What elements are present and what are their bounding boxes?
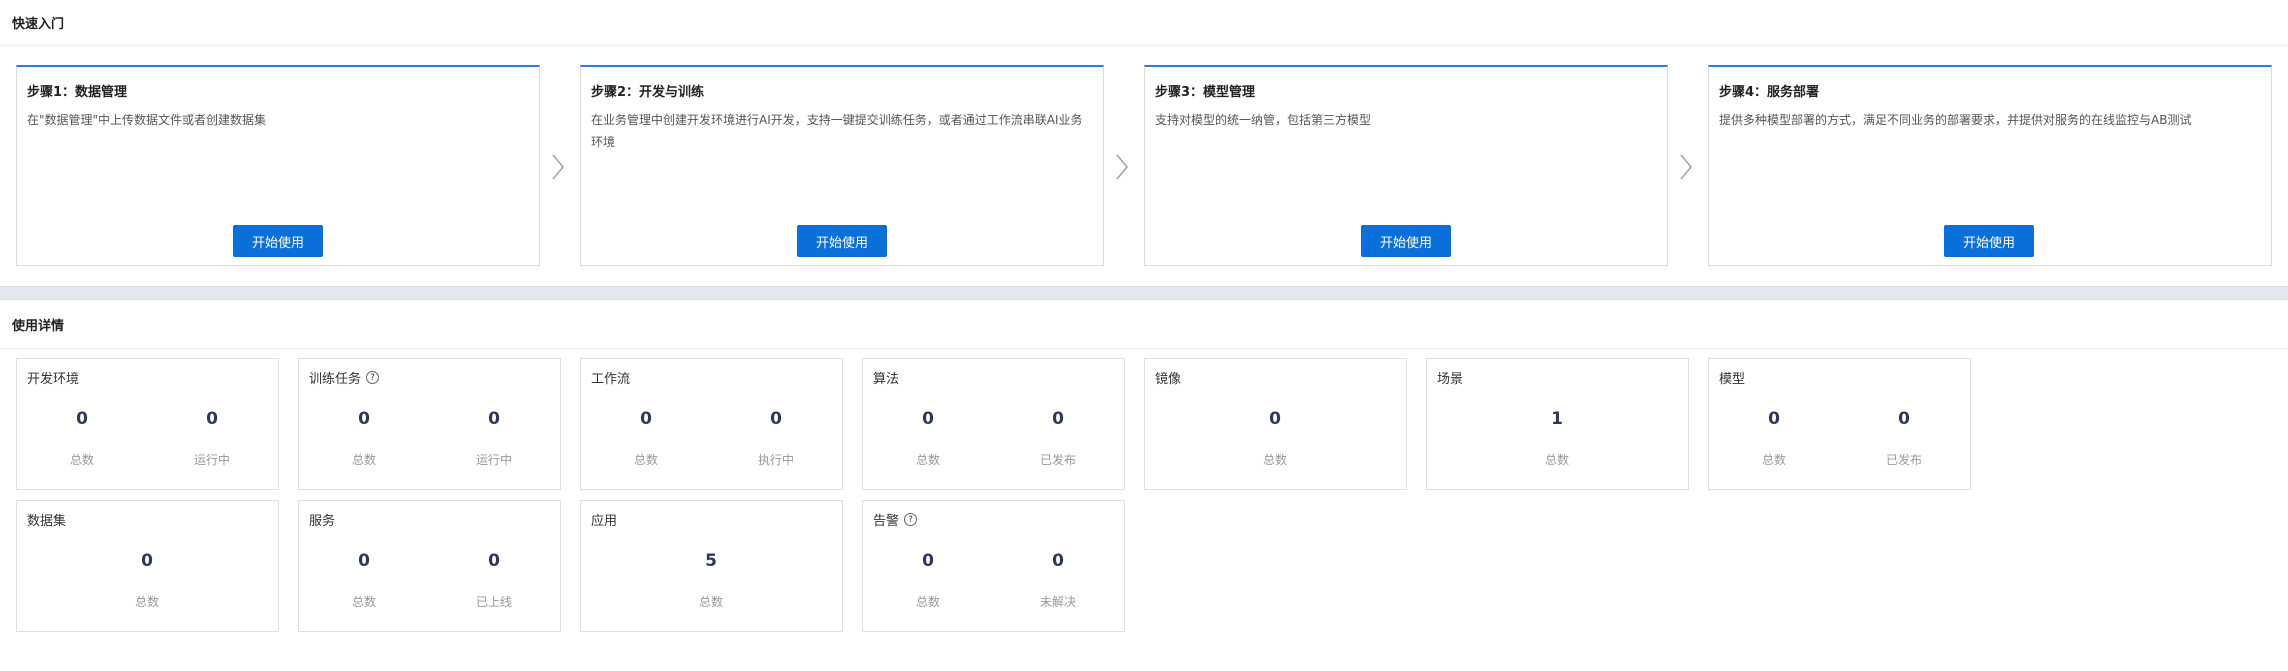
usage-card-title-text: 工作流 — [591, 372, 631, 387]
chevron-right-icon — [1116, 154, 1128, 180]
start-button-data-management[interactable]: 开始使用 — [233, 225, 323, 257]
stat-label: 总数 — [351, 453, 376, 467]
stat-value: 0 — [770, 409, 782, 429]
stat-label: 总数 — [915, 595, 940, 609]
stat-value: 0 — [1269, 409, 1281, 429]
usage-card-title: 工作流 — [591, 368, 630, 387]
usage-card-title-text: 场景 — [1437, 372, 1464, 387]
stat-label: 已发布 — [1885, 453, 1922, 467]
step-card-dev-training: 步骤2：开发与训练 在业务管理中创建开发环境进行AI开发，支持一键提交训练任务，… — [580, 65, 1104, 266]
quick-start-section: 快速入门 步骤1：数据管理 在"数据管理"中上传数据文件或者创建数据集 开始使用… — [0, 0, 2288, 286]
stat-value: 0 — [922, 551, 934, 571]
quick-start-title: 快速入门 — [0, 0, 2288, 46]
usage-card-title: 服务 — [309, 510, 335, 529]
usage-card-title: 训练任务? — [309, 368, 380, 387]
usage-card-title-text: 应用 — [591, 514, 618, 529]
stat-value: 0 — [76, 409, 88, 429]
stat-value: 0 — [488, 409, 500, 429]
stat-label: 已上线 — [475, 595, 512, 609]
usage-details-title: 使用详情 — [0, 300, 2288, 349]
step-title: 步骤4：服务部署 — [1719, 85, 1820, 100]
step-card-model-management: 步骤3：模型管理 支持对模型的统一纳管，包括第三方模型 开始使用 — [1144, 65, 1668, 266]
usage-card[interactable]: 告警? 0 总数 0 未解决 — [862, 500, 1125, 632]
stat-label: 总数 — [698, 595, 723, 609]
usage-card-title: 场景 — [1437, 368, 1463, 387]
usage-card[interactable]: 数据集 0 总数 — [16, 500, 279, 632]
usage-card-title: 算法 — [873, 368, 899, 387]
usage-card-title-text: 数据集 — [27, 514, 67, 529]
step-title: 步骤3：模型管理 — [1155, 85, 1256, 100]
stat-label: 总数 — [1262, 453, 1287, 467]
step-description: 在"数据管理"中上传数据文件或者创建数据集 — [27, 113, 267, 127]
stat-label: 执行中 — [757, 453, 794, 467]
stat-label: 总数 — [1761, 453, 1786, 467]
stat-label: 总数 — [633, 453, 658, 467]
stat-label: 总数 — [1544, 453, 1569, 467]
question-circle-icon[interactable]: ? — [904, 513, 918, 526]
stat-value: 0 — [1768, 409, 1780, 429]
usage-card-title: 告警? — [873, 510, 918, 529]
section-divider — [0, 286, 2288, 300]
step-card-data-management: 步骤1：数据管理 在"数据管理"中上传数据文件或者创建数据集 开始使用 — [16, 65, 540, 266]
stat-label: 总数 — [69, 453, 94, 467]
usage-card[interactable]: 模型 0 总数 0 已发布 — [1708, 358, 1971, 490]
stat-label: 已发布 — [1039, 453, 1076, 467]
step-description: 支持对模型的统一纳管，包括第三方模型 — [1155, 113, 1372, 127]
usage-card-title-text: 告警 — [873, 514, 900, 529]
usage-card[interactable]: 服务 0 总数 0 已上线 — [298, 500, 561, 632]
stat-value: 0 — [488, 551, 500, 571]
start-button-model-management[interactable]: 开始使用 — [1361, 225, 1451, 257]
usage-card-title: 应用 — [591, 510, 617, 529]
stat-value: 0 — [640, 409, 652, 429]
step-card-service-deployment: 步骤4：服务部署 提供多种模型部署的方式，满足不同业务的部署要求，并提供对服务的… — [1708, 65, 2272, 266]
stat-value: 5 — [705, 551, 717, 571]
usage-card-title-text: 算法 — [873, 372, 900, 387]
stat-value: 0 — [141, 551, 153, 571]
usage-card[interactable]: 训练任务? 0 总数 0 运行中 — [298, 358, 561, 490]
start-button-dev-training[interactable]: 开始使用 — [797, 225, 887, 257]
usage-card-title: 数据集 — [27, 510, 66, 529]
stat-value: 0 — [358, 409, 370, 429]
stat-label: 总数 — [915, 453, 940, 467]
chevron-right-icon — [1680, 154, 1692, 180]
usage-card-title-text: 模型 — [1719, 372, 1746, 387]
usage-card-title-text: 服务 — [309, 514, 336, 529]
stat-label: 运行中 — [193, 453, 230, 467]
usage-card[interactable]: 开发环境 0 总数 0 运行中 — [16, 358, 279, 490]
usage-card[interactable]: 应用 5 总数 — [580, 500, 843, 632]
usage-card-title-text: 开发环境 — [27, 372, 80, 387]
usage-card-title: 开发环境 — [27, 368, 79, 387]
stat-value: 0 — [922, 409, 934, 429]
usage-card-title-text: 训练任务 — [309, 372, 362, 387]
stat-value: 0 — [1052, 409, 1064, 429]
stat-value: 0 — [1052, 551, 1064, 571]
step-description: 在业务管理中创建开发环境进行AI开发，支持一键提交训练任务，或者通过工作流串联A… — [591, 113, 1083, 149]
usage-card-title: 镜像 — [1155, 368, 1181, 387]
question-circle-icon[interactable]: ? — [366, 371, 380, 384]
stat-label: 未解决 — [1039, 595, 1076, 609]
usage-card[interactable]: 工作流 0 总数 0 执行中 — [580, 358, 843, 490]
stat-label: 总数 — [134, 595, 159, 609]
stat-value: 0 — [206, 409, 218, 429]
step-description: 提供多种模型部署的方式，满足不同业务的部署要求，并提供对服务的在线监控与AB测试 — [1719, 113, 2192, 127]
stat-value: 0 — [1898, 409, 1910, 429]
step-title: 步骤1：数据管理 — [27, 85, 128, 100]
stat-value: 0 — [358, 551, 370, 571]
step-title: 步骤2：开发与训练 — [591, 85, 705, 100]
usage-card-title-text: 镜像 — [1155, 372, 1182, 387]
usage-details-section: 使用详情 开发环境 0 总数 0 运行中 训练任务? 0 总数 0 运行中 工作流 0 总数 0 执行中 算法… — [0, 300, 2288, 671]
stat-label: 总数 — [351, 595, 376, 609]
usage-card-title: 模型 — [1719, 368, 1745, 387]
usage-card[interactable]: 场景 1 总数 — [1426, 358, 1689, 490]
usage-card[interactable]: 算法 0 总数 0 已发布 — [862, 358, 1125, 490]
stat-value: 1 — [1551, 409, 1563, 429]
usage-card[interactable]: 镜像 0 总数 — [1144, 358, 1407, 490]
chevron-right-icon — [552, 154, 564, 180]
start-button-service-deployment[interactable]: 开始使用 — [1944, 225, 2034, 257]
steps-row: 步骤1：数据管理 在"数据管理"中上传数据文件或者创建数据集 开始使用 步骤2：… — [16, 65, 2272, 266]
stat-label: 运行中 — [475, 453, 512, 467]
